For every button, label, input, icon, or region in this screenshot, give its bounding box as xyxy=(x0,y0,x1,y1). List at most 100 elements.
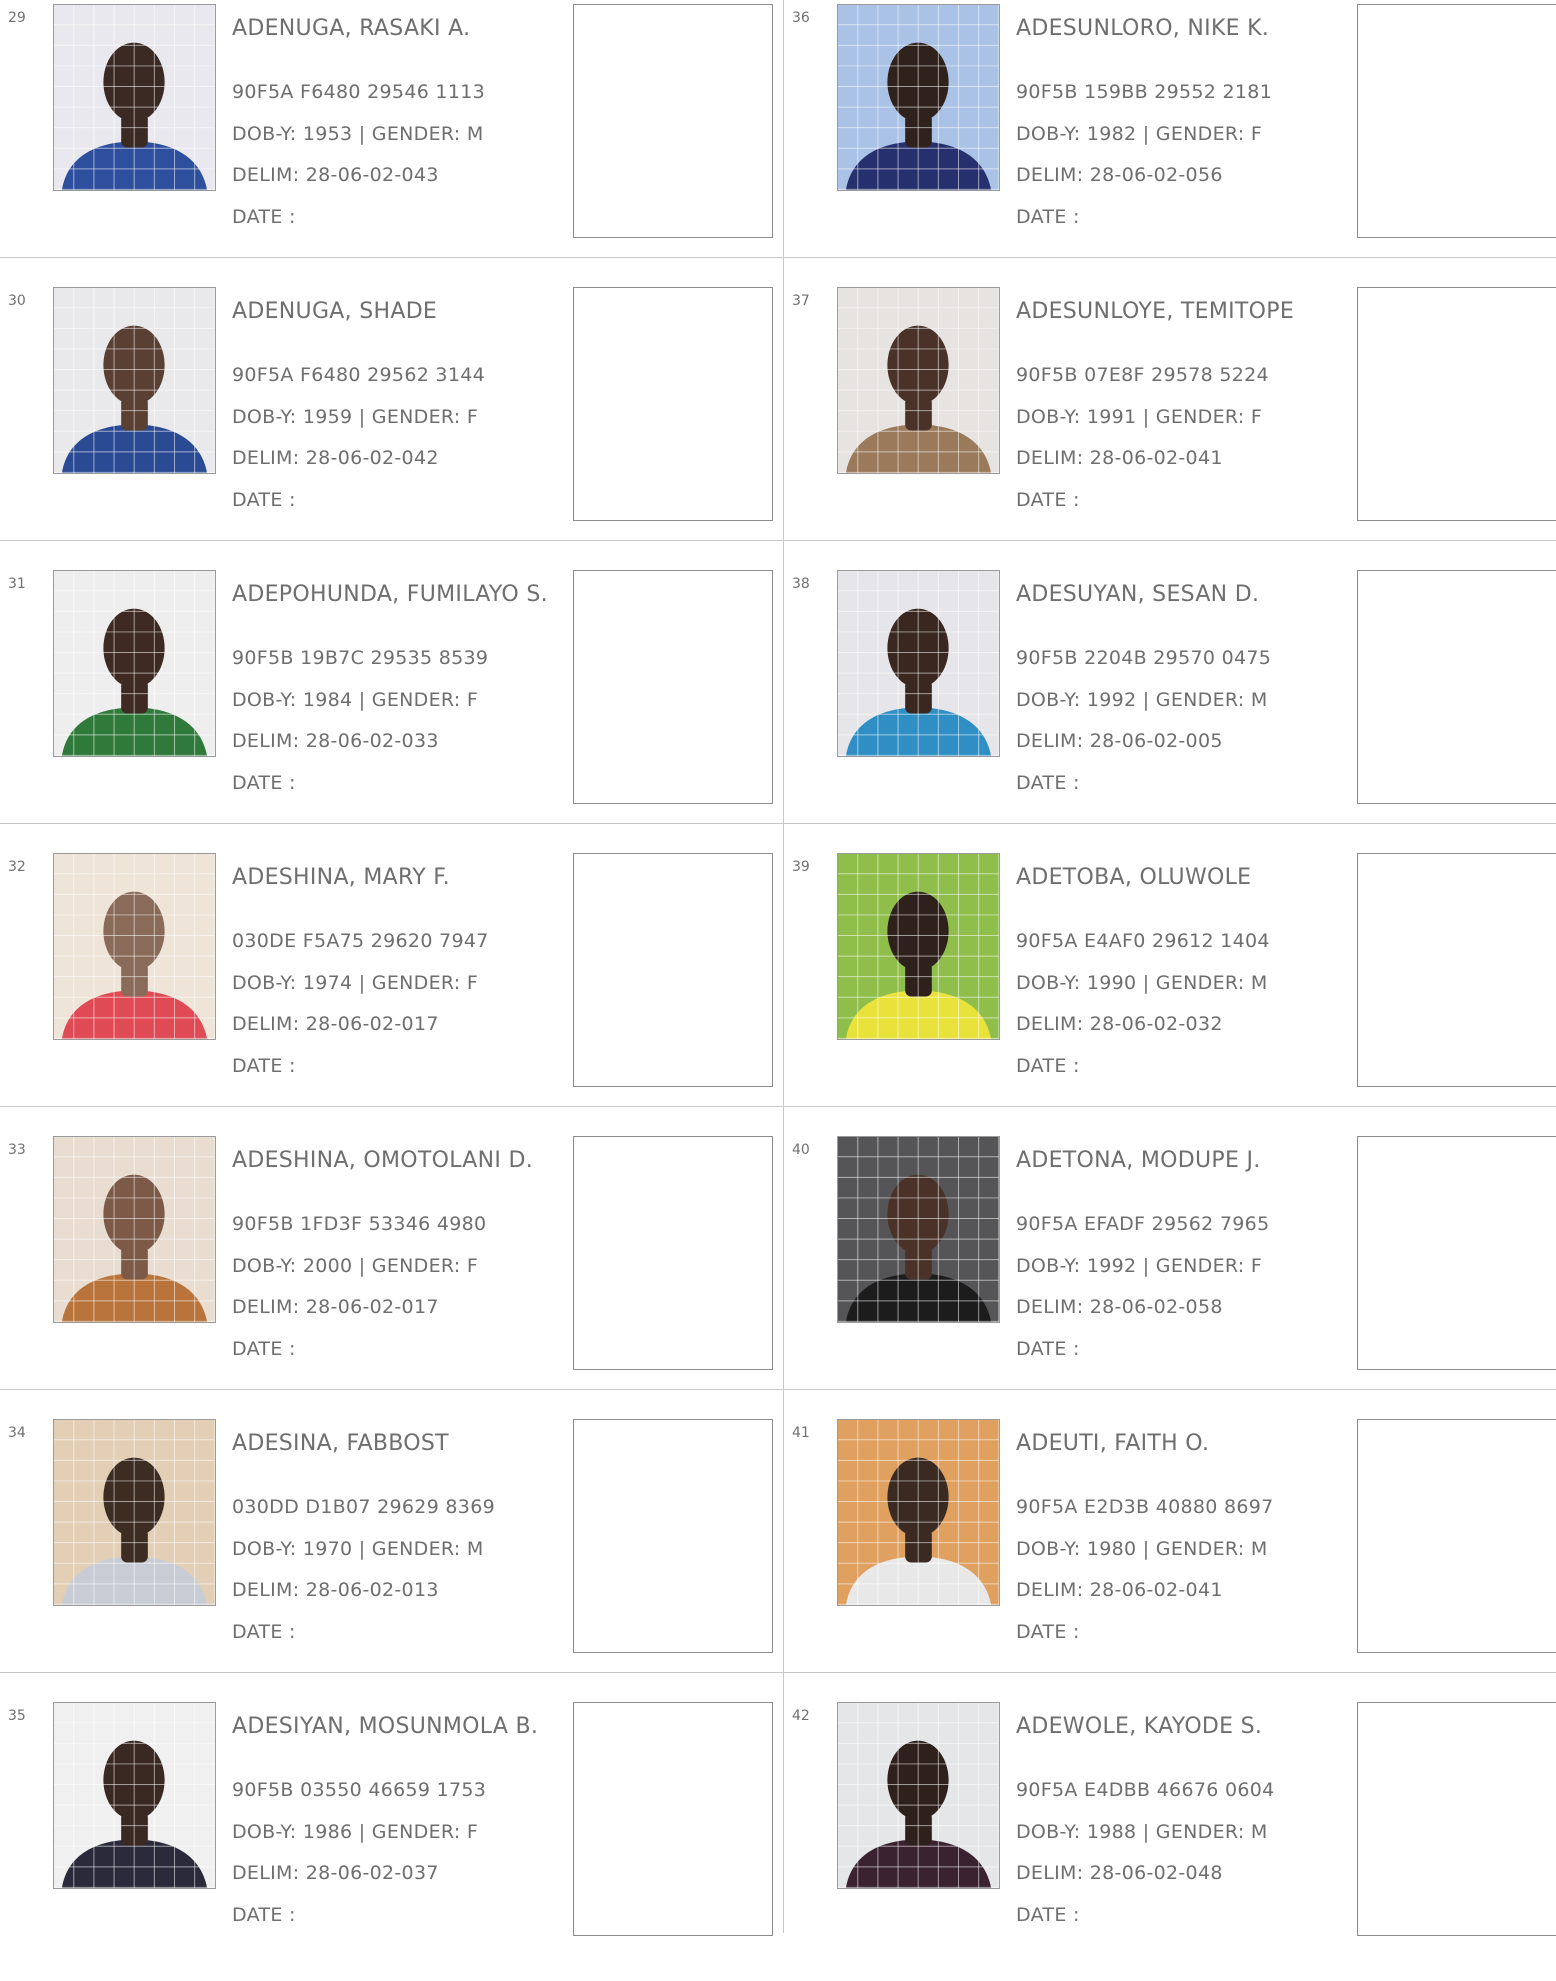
voter-card: 32 ADESHINA, MARY F. 030DE F5A75 29620 7… xyxy=(0,849,783,1132)
field-separator: | xyxy=(352,972,372,994)
voter-card: 33 ADESHINA, OMOTOLANI D. 90F5B 1FD3F 53… xyxy=(0,1132,783,1415)
gender: GENDER: M xyxy=(371,123,484,145)
portrait-image xyxy=(838,854,999,1039)
serial-number: 31 xyxy=(8,576,26,592)
gender: GENDER: F xyxy=(371,689,479,711)
dob-year: DOB-Y: 1992 xyxy=(1016,689,1137,711)
delim-code: DELIM: 28-06-02-017 xyxy=(232,1013,439,1035)
gender: GENDER: M xyxy=(371,1538,484,1560)
vin-code: 90F5B 2204B 29570 0475 xyxy=(1016,647,1272,669)
portrait-image xyxy=(838,288,999,473)
field-separator: | xyxy=(352,406,372,428)
delim-code: DELIM: 28-06-02-041 xyxy=(1016,1579,1223,1601)
field-separator: | xyxy=(1136,1821,1156,1843)
voter-name: ADENUGA, RASAKI A. xyxy=(232,16,471,41)
vin-code: 90F5B 07E8F 29578 5224 xyxy=(1016,364,1269,386)
dob-gender-line: DOB-Y: 1984 | GENDER: F xyxy=(232,689,478,711)
vin-code: 90F5B 03550 46659 1753 xyxy=(232,1779,487,1801)
voter-photo xyxy=(837,4,1000,191)
voter-name: ADETONA, MODUPE J. xyxy=(1016,1148,1261,1173)
thumbprint-box xyxy=(1357,570,1556,804)
delim-code: DELIM: 28-06-02-033 xyxy=(232,730,439,752)
delim-code: DELIM: 28-06-02-032 xyxy=(1016,1013,1223,1035)
dob-gender-line: DOB-Y: 2000 | GENDER: F xyxy=(232,1255,478,1277)
dob-year: DOB-Y: 1992 xyxy=(1016,1255,1137,1277)
dob-year: DOB-Y: 1970 xyxy=(232,1538,353,1560)
serial-number: 36 xyxy=(792,10,810,26)
voter-name: ADETOBA, OLUWOLE xyxy=(1016,865,1252,890)
date-label: DATE : xyxy=(1016,1055,1080,1077)
gender: GENDER: F xyxy=(1155,123,1263,145)
portrait-image xyxy=(838,571,999,756)
date-label: DATE : xyxy=(232,1055,296,1077)
voter-card: 38 ADESUYAN, SESAN D. 90F5B 2204B 29570 … xyxy=(784,566,1556,849)
delim-code: DELIM: 28-06-02-048 xyxy=(1016,1862,1223,1884)
dob-year: DOB-Y: 1953 xyxy=(232,123,353,145)
gender: GENDER: F xyxy=(1155,406,1263,428)
voter-name: ADESHINA, MARY F. xyxy=(232,865,450,890)
serial-number: 32 xyxy=(8,859,26,875)
voter-name: ADEWOLE, KAYODE S. xyxy=(1016,1714,1263,1739)
vin-code: 90F5B 19B7C 29535 8539 xyxy=(232,647,489,669)
delim-code: DELIM: 28-06-02-041 xyxy=(1016,447,1223,469)
voter-photo xyxy=(53,1702,216,1889)
vin-code: 90F5A F6480 29562 3144 xyxy=(232,364,485,386)
serial-number: 35 xyxy=(8,1708,26,1724)
voter-card: 35 ADESIYAN, MOSUNMOLA B. 90F5B 03550 46… xyxy=(0,1698,783,1981)
voter-name: ADESINA, FABBOST xyxy=(232,1431,449,1456)
dob-gender-line: DOB-Y: 1990 | GENDER: M xyxy=(1016,972,1268,994)
serial-number: 40 xyxy=(792,1142,810,1158)
portrait-image xyxy=(838,1137,999,1322)
serial-number: 39 xyxy=(792,859,810,875)
voter-photo xyxy=(53,1419,216,1606)
dob-year: DOB-Y: 1991 xyxy=(1016,406,1137,428)
vin-code: 90F5A EFADF 29562 7965 xyxy=(1016,1213,1270,1235)
voter-photo xyxy=(837,853,1000,1040)
date-label: DATE : xyxy=(1016,1904,1080,1926)
dob-gender-line: DOB-Y: 1986 | GENDER: F xyxy=(232,1821,478,1843)
date-label: DATE : xyxy=(1016,1621,1080,1643)
voter-photo xyxy=(53,1136,216,1323)
dob-year: DOB-Y: 1980 xyxy=(1016,1538,1137,1560)
gender: GENDER: F xyxy=(371,972,479,994)
dob-year: DOB-Y: 1990 xyxy=(1016,972,1137,994)
portrait-image xyxy=(54,288,215,473)
serial-number: 41 xyxy=(792,1425,810,1441)
register-sheet: 29 ADENUGA, RASAKI A. 90F5A F6480 29546 … xyxy=(0,0,1556,1936)
thumbprint-box xyxy=(1357,1136,1556,1370)
field-separator: | xyxy=(1136,406,1156,428)
voter-name: ADESUNLORO, NIKE K. xyxy=(1016,16,1270,41)
voter-card: 41 ADEUTI, FAITH O. 90F5A E2D3B 40880 86… xyxy=(784,1415,1556,1698)
serial-number: 33 xyxy=(8,1142,26,1158)
portrait-image xyxy=(54,1137,215,1322)
delim-code: DELIM: 28-06-02-056 xyxy=(1016,164,1223,186)
portrait-image xyxy=(54,571,215,756)
voter-card: 39 ADETOBA, OLUWOLE 90F5A E4AF0 29612 14… xyxy=(784,849,1556,1132)
dob-year: DOB-Y: 1986 xyxy=(232,1821,353,1843)
voter-photo xyxy=(837,1136,1000,1323)
dob-gender-line: DOB-Y: 1991 | GENDER: F xyxy=(1016,406,1262,428)
date-label: DATE : xyxy=(232,489,296,511)
vin-code: 030DD D1B07 29629 8369 xyxy=(232,1496,495,1518)
field-separator: | xyxy=(352,123,372,145)
thumbprint-box xyxy=(573,1419,773,1653)
voter-card: 34 ADESINA, FABBOST 030DD D1B07 29629 83… xyxy=(0,1415,783,1698)
field-separator: | xyxy=(1136,1255,1156,1277)
voter-photo xyxy=(53,853,216,1040)
date-label: DATE : xyxy=(1016,206,1080,228)
field-separator: | xyxy=(1136,689,1156,711)
date-label: DATE : xyxy=(232,1904,296,1926)
vin-code: 90F5B 1FD3F 53346 4980 xyxy=(232,1213,487,1235)
delim-code: DELIM: 28-06-02-043 xyxy=(232,164,439,186)
thumbprint-box xyxy=(1357,1702,1556,1936)
voter-name: ADEUTI, FAITH O. xyxy=(1016,1431,1210,1456)
thumbprint-box xyxy=(573,4,773,238)
dob-year: DOB-Y: 2000 xyxy=(232,1255,353,1277)
dob-year: DOB-Y: 1988 xyxy=(1016,1821,1137,1843)
voter-name: ADESUNLOYE, TEMITOPE xyxy=(1016,299,1295,324)
field-separator: | xyxy=(352,1255,372,1277)
serial-number: 30 xyxy=(8,293,26,309)
dob-gender-line: DOB-Y: 1982 | GENDER: F xyxy=(1016,123,1262,145)
gender: GENDER: F xyxy=(371,1821,479,1843)
dob-gender-line: DOB-Y: 1953 | GENDER: M xyxy=(232,123,484,145)
